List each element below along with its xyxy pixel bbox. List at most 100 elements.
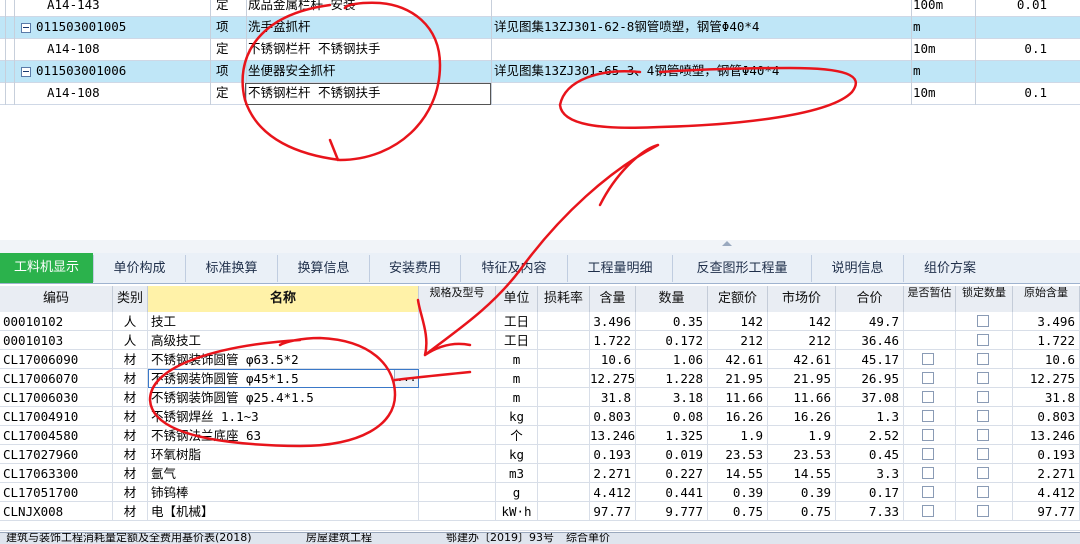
tree-feature[interactable]: 详见图集13ZJ301-65-3、4钢管喷塑，钢管Φ40*4 <box>494 61 910 81</box>
tab-4[interactable]: 安装费用 <box>369 255 460 282</box>
cell-market[interactable]: 42.61 <box>768 350 836 369</box>
cell-qty[interactable]: 0.227 <box>636 464 708 483</box>
cell-qty[interactable]: 1.325 <box>636 426 708 445</box>
cell-spec[interactable] <box>419 407 496 426</box>
header-spec[interactable]: 规格及型号 <box>419 286 496 312</box>
cell-market[interactable]: 21.95 <box>768 369 836 388</box>
tab-6[interactable]: 工程量明细 <box>567 255 672 282</box>
cell-spec[interactable] <box>419 369 496 388</box>
collapse-icon[interactable] <box>21 67 31 77</box>
header-content[interactable]: 含量 <box>590 286 636 312</box>
tree-name[interactable]: 成品金属栏杆 安装 <box>248 0 490 15</box>
cell-market[interactable]: 14.55 <box>768 464 836 483</box>
cell-qty[interactable]: 0.35 <box>636 312 708 331</box>
cell-spec[interactable] <box>419 388 496 407</box>
table-row[interactable]: CL17006090 材不锈钢装饰圆管 φ63.5*2 m 10.6 1.06 42.61… <box>0 350 1080 369</box>
cell-qty[interactable]: 0.019 <box>636 445 708 464</box>
cell-content[interactable]: 10.6 <box>590 350 636 369</box>
tab-9[interactable]: 组价方案 <box>903 255 996 282</box>
selected-name-cell[interactable] <box>148 369 419 388</box>
tree-name[interactable]: 不锈钢栏杆 不锈钢扶手 <box>248 39 490 59</box>
header-qty[interactable]: 数量 <box>636 286 708 312</box>
header-lock-qty[interactable]: 锁定数量 <box>956 286 1013 312</box>
lock-qty-checkbox[interactable] <box>977 315 989 327</box>
tree-qty[interactable]: 0.1 <box>975 83 1047 103</box>
lock-qty-checkbox[interactable] <box>977 372 989 384</box>
header-loss[interactable]: 损耗率 <box>538 286 590 312</box>
table-row[interactable]: 00010102 人技工 工日 3.496 0.35 142 142 49.7 3.496 <box>0 312 1080 331</box>
tab-2[interactable]: 标准换算 <box>185 255 277 282</box>
cell-name[interactable]: 环氧树脂 <box>148 445 419 464</box>
cell-content[interactable]: 31.8 <box>590 388 636 407</box>
cell-content[interactable]: 0.193 <box>590 445 636 464</box>
cell-loss[interactable] <box>538 502 590 521</box>
tab-7[interactable]: 反查图形工程量 <box>672 255 811 282</box>
cell-qty[interactable]: 0.172 <box>636 331 708 350</box>
cell-content[interactable]: 3.496 <box>590 312 636 331</box>
estimate-checkbox[interactable] <box>922 467 934 479</box>
tree-row[interactable]: A14-108 定不锈钢栏杆 不锈钢扶手 10m 0.1 <box>0 39 1080 61</box>
cell-spec[interactable] <box>419 483 496 502</box>
tree-row[interactable]: A14-108 定不锈钢栏杆 不锈钢扶手 10m 0.1 <box>0 83 1080 105</box>
cell-name[interactable]: 技工 <box>148 312 419 331</box>
cell-market[interactable]: 0.75 <box>768 502 836 521</box>
cell-loss[interactable] <box>538 464 590 483</box>
tab-3[interactable]: 换算信息 <box>277 255 369 282</box>
header-quota-price[interactable]: 定额价 <box>708 286 768 312</box>
cell-content[interactable]: 4.412 <box>590 483 636 502</box>
estimate-checkbox[interactable] <box>922 486 934 498</box>
cell-spec[interactable] <box>419 426 496 445</box>
cell-loss[interactable] <box>538 388 590 407</box>
estimate-checkbox[interactable] <box>922 372 934 384</box>
cell-content[interactable]: 2.271 <box>590 464 636 483</box>
table-row[interactable]: CL17051700 材铈钨棒 g 4.412 0.441 0.39 0.39 0.17 4.4… <box>0 483 1080 502</box>
cell-market[interactable]: 212 <box>768 331 836 350</box>
tree-feature[interactable]: 详见图集13ZJ301-62-8钢管喷塑，钢管Φ40*4 <box>494 17 910 37</box>
cell-spec[interactable] <box>419 464 496 483</box>
header-market-price[interactable]: 市场价 <box>768 286 836 312</box>
cell-qty[interactable]: 1.228 <box>636 369 708 388</box>
cell-loss[interactable] <box>538 331 590 350</box>
cell-qty[interactable]: 1.06 <box>636 350 708 369</box>
cell-loss[interactable] <box>538 483 590 502</box>
estimate-checkbox[interactable] <box>922 410 934 422</box>
header-name[interactable]: 名称 <box>148 286 419 312</box>
cell-market[interactable]: 1.9 <box>768 426 836 445</box>
cell-spec[interactable] <box>419 502 496 521</box>
cell-content[interactable]: 13.246 <box>590 426 636 445</box>
edit-ellipsis-button[interactable]: ... <box>394 370 418 387</box>
name-edit-cell[interactable] <box>245 83 491 105</box>
cell-spec[interactable] <box>419 331 496 350</box>
tree-name[interactable]: 洗手盆抓杆 <box>248 17 490 37</box>
cell-content[interactable]: 97.77 <box>590 502 636 521</box>
cell-name[interactable]: 铈钨棒 <box>148 483 419 502</box>
estimate-checkbox[interactable] <box>922 353 934 365</box>
cell-content[interactable]: 0.803 <box>590 407 636 426</box>
cell-name[interactable]: 不锈钢焊丝 1.1~3 <box>148 407 419 426</box>
tree-row[interactable]: 011503001005 项 洗手盆抓杆 详见图集13ZJ301-62-8钢管喷塑，钢… <box>0 17 1080 39</box>
lock-qty-checkbox[interactable] <box>977 505 989 517</box>
cell-spec[interactable] <box>419 445 496 464</box>
estimate-checkbox[interactable] <box>922 429 934 441</box>
lock-qty-checkbox[interactable] <box>977 467 989 479</box>
lock-qty-checkbox[interactable] <box>977 486 989 498</box>
tab-1[interactable]: 单价构成 <box>93 255 185 282</box>
tab-8[interactable]: 说明信息 <box>811 255 903 282</box>
estimate-checkbox[interactable] <box>922 391 934 403</box>
cell-qty[interactable]: 3.18 <box>636 388 708 407</box>
tree-qty[interactable]: 0.01 <box>975 0 1047 15</box>
cell-loss[interactable] <box>538 445 590 464</box>
tree-row[interactable]: 011503001006 项 坐便器安全抓杆 详见图集13ZJ301-65-3、4钢管… <box>0 61 1080 83</box>
lock-qty-checkbox[interactable] <box>977 429 989 441</box>
tab-5[interactable]: 特征及内容 <box>460 255 567 282</box>
lock-qty-checkbox[interactable] <box>977 334 989 346</box>
header-is-estimate[interactable]: 是否暂估 <box>904 286 956 312</box>
tree-name[interactable]: 坐便器安全抓杆 <box>248 61 490 81</box>
lock-qty-checkbox[interactable] <box>977 410 989 422</box>
cell-name[interactable]: 不锈钢装饰圆管 φ63.5*2 <box>148 350 419 369</box>
cell-content[interactable]: 12.275 <box>590 369 636 388</box>
cell-market[interactable]: 11.66 <box>768 388 836 407</box>
cell-market[interactable]: 0.39 <box>768 483 836 502</box>
table-row[interactable]: CL17004580 材不锈钢法兰底座 63 个 13.246 1.325 1.9 1.9 2… <box>0 426 1080 445</box>
cell-market[interactable]: 23.53 <box>768 445 836 464</box>
